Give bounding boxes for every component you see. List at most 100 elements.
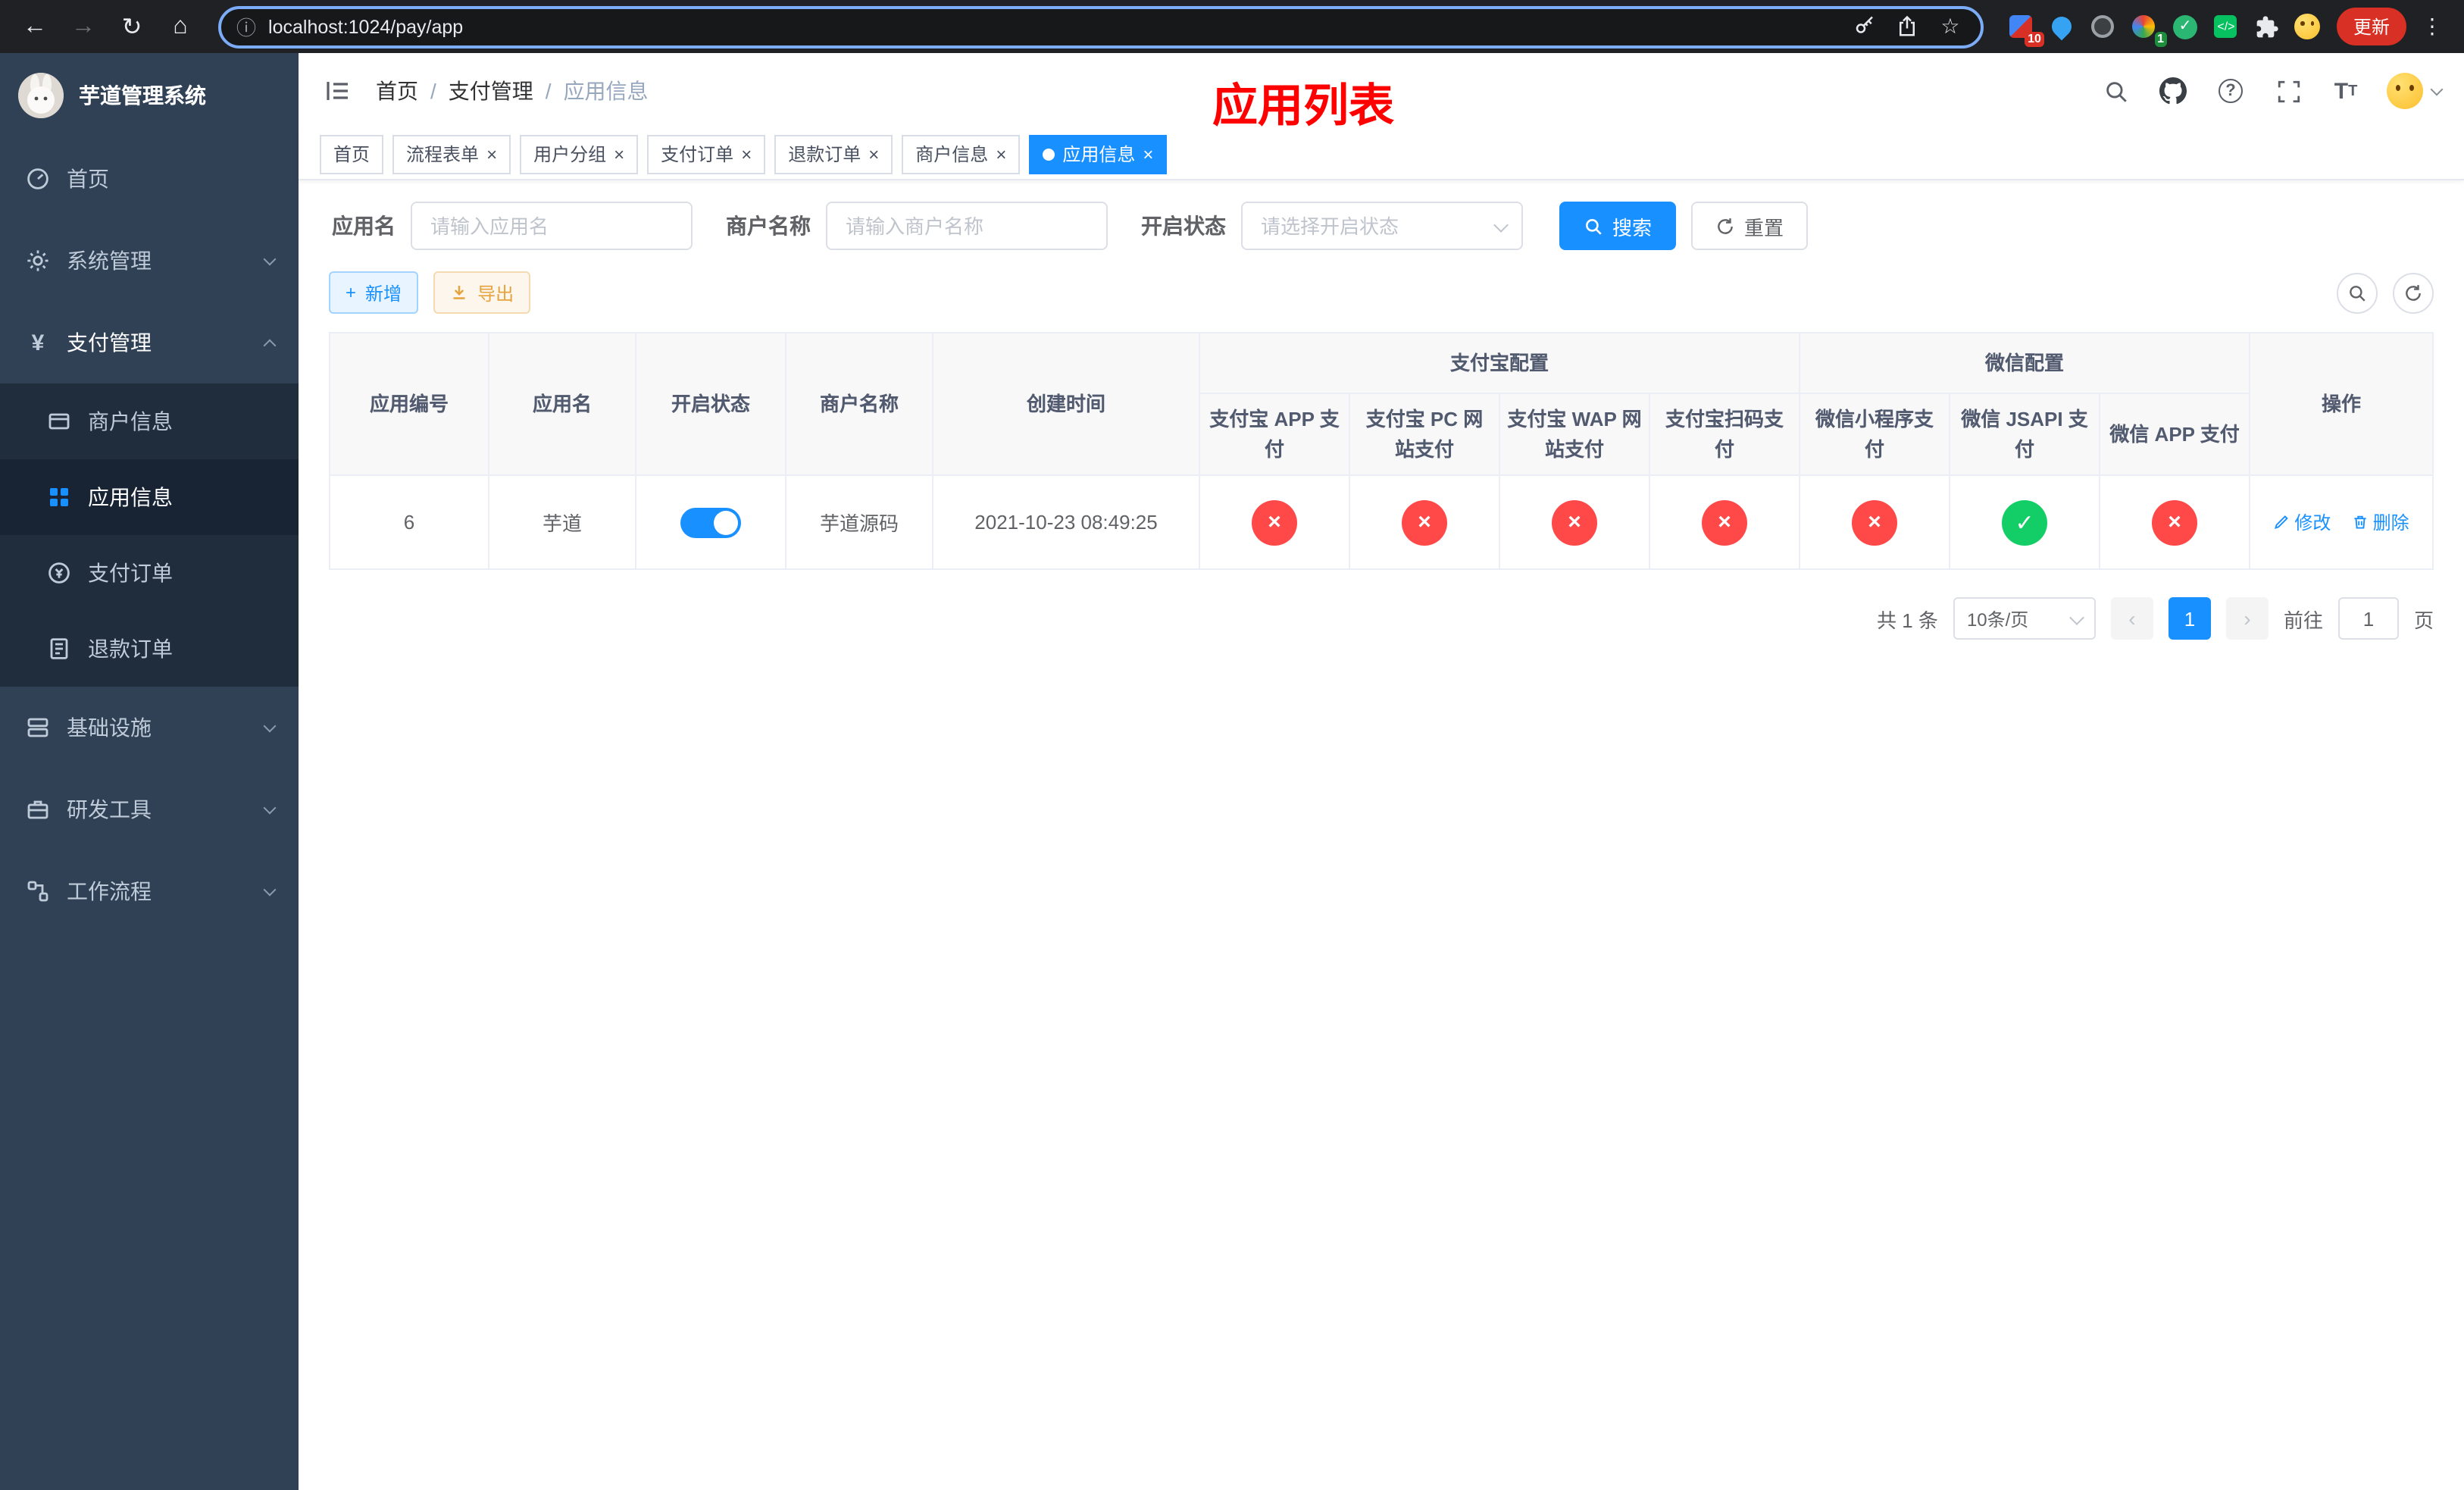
browser-reload-icon[interactable]: ↻: [112, 7, 152, 46]
col-header-alipay-app: 支付宝 APP 支付: [1199, 393, 1350, 476]
close-icon[interactable]: ×: [741, 145, 752, 163]
refresh-button[interactable]: [2393, 272, 2434, 313]
status-select-input[interactable]: [1241, 202, 1523, 250]
sidebar-item-payment-orders[interactable]: 支付订单: [0, 535, 299, 611]
col-header-wx-app: 微信 APP 支付: [2099, 393, 2251, 476]
tab-payment-orders[interactable]: 支付订单 ×: [647, 134, 766, 174]
extension-green-check-icon[interactable]: ✓: [2172, 13, 2199, 40]
close-icon[interactable]: ×: [1143, 145, 1153, 163]
chrome-update-button[interactable]: 更新: [2336, 8, 2406, 45]
extension-grid-icon[interactable]: 10: [2008, 13, 2044, 46]
next-page-button[interactable]: ›: [2225, 597, 2269, 640]
table-toolbar: + 新增 导出: [329, 271, 2434, 314]
github-icon[interactable]: [2156, 74, 2190, 108]
app-name-label: 应用名: [332, 214, 396, 238]
tab-app-info[interactable]: 应用信息 ×: [1029, 134, 1168, 174]
search-button[interactable]: 搜索: [1559, 202, 1677, 250]
extension-wechat-icon[interactable]: </>: [2212, 13, 2240, 40]
share-icon[interactable]: [1893, 11, 1923, 42]
sidebar-item-payment[interactable]: ¥ 支付管理: [0, 302, 299, 383]
page-size-select[interactable]: 10条/页: [1953, 597, 2096, 640]
app-logo[interactable]: 芋道管理系统: [0, 53, 299, 138]
wx-jsapi-status-icon: [2002, 499, 2048, 545]
refund-doc-icon: [45, 637, 73, 661]
pagination: 共 1 条 10条/页 ‹ 1 › 前往 页: [329, 597, 2434, 640]
status-select[interactable]: [1241, 202, 1523, 250]
address-bar[interactable]: ⓘ localhost:1024/pay/app ☆: [218, 5, 1984, 48]
cell-app-name: 芋道: [488, 474, 636, 570]
tab-home[interactable]: 首页: [320, 134, 384, 174]
help-icon[interactable]: ?: [2214, 74, 2247, 108]
breadcrumb-payment[interactable]: 支付管理: [449, 76, 533, 106]
extensions-puzzle-icon[interactable]: [2253, 13, 2281, 40]
browser-back-icon[interactable]: ←: [15, 7, 55, 46]
profile-avatar-icon[interactable]: [2294, 13, 2322, 40]
url-text[interactable]: localhost:1024/pay/app: [268, 16, 1838, 37]
user-avatar[interactable]: [2387, 73, 2444, 109]
delete-button[interactable]: 删除: [2352, 509, 2409, 535]
table-row: 6 芋道 芋道源码 2021-10-23 08:49:25 × × × × × …: [329, 474, 2434, 570]
col-group-alipay: 支付宝配置: [1198, 332, 1801, 394]
close-icon[interactable]: ×: [486, 145, 497, 163]
browser-forward-icon[interactable]: →: [64, 7, 103, 46]
page-content: 应用名 商户名称 开启状态 搜索 重置: [299, 180, 2464, 1490]
sidebar-item-system[interactable]: 系统管理: [0, 220, 299, 302]
page-annotation-title: 应用列表: [1212, 82, 1394, 132]
edit-button[interactable]: 修改: [2273, 509, 2331, 535]
toggle-search-button[interactable]: [2337, 272, 2378, 313]
export-button[interactable]: 导出: [433, 271, 531, 314]
page-number-1[interactable]: 1: [2168, 597, 2211, 640]
close-icon[interactable]: ×: [614, 145, 624, 163]
app-name-input[interactable]: [411, 202, 693, 250]
extension-dark-icon[interactable]: [2090, 13, 2117, 40]
status-toggle[interactable]: [680, 507, 741, 537]
sidebar-item-merchant-info[interactable]: 商户信息: [0, 383, 299, 459]
merchant-name-label: 商户名称: [726, 214, 811, 238]
browser-home-icon[interactable]: ⌂: [161, 7, 200, 46]
wx-mini-status-icon: [1852, 499, 1898, 545]
tab-process-form[interactable]: 流程表单 ×: [392, 134, 511, 174]
search-icon[interactable]: [2099, 74, 2132, 108]
sidebar-item-workflow[interactable]: 工作流程: [0, 850, 299, 932]
tab-merchant-info[interactable]: 商户信息 ×: [902, 134, 1021, 174]
yen-icon: ¥: [31, 330, 45, 355]
sidebar-item-infrastructure[interactable]: 基础设施: [0, 687, 299, 768]
cell-created: 2021-10-23 08:49:25: [932, 474, 1200, 570]
chevron-up-icon: [263, 338, 277, 352]
chevron-down-icon: [263, 718, 277, 732]
sidebar-item-app-info[interactable]: 应用信息: [0, 459, 299, 535]
site-info-icon[interactable]: ⓘ: [236, 12, 256, 41]
sidebar-item-refund-orders[interactable]: 退款订单: [0, 611, 299, 687]
goto-page-input[interactable]: [2337, 597, 2399, 640]
browser-menu-icon[interactable]: ⋮: [2416, 14, 2449, 39]
add-button[interactable]: + 新增: [329, 271, 419, 314]
tab-user-group[interactable]: 用户分组 ×: [520, 134, 639, 174]
breadcrumb-home[interactable]: 首页: [376, 76, 418, 106]
workflow-icon: [24, 879, 52, 903]
bookmark-star-icon[interactable]: ☆: [1935, 11, 1965, 42]
breadcrumb-current: 应用信息: [563, 79, 649, 103]
collapse-sidebar-icon[interactable]: [321, 74, 355, 108]
col-header-merchant: 商户名称: [785, 332, 933, 476]
font-size-icon[interactable]: TT: [2329, 74, 2362, 108]
password-key-icon[interactable]: [1850, 11, 1881, 42]
sidebar-item-home[interactable]: 首页: [0, 138, 299, 220]
tab-refund-orders[interactable]: 退款订单 ×: [774, 134, 893, 174]
sidebar-item-dev-tools[interactable]: 研发工具: [0, 768, 299, 850]
close-icon[interactable]: ×: [868, 145, 879, 163]
extension-color-icon[interactable]: 1: [2131, 13, 2167, 46]
payment-submenu: 商户信息 应用信息 支付订单 退款订单: [0, 383, 299, 687]
merchant-name-input[interactable]: [826, 202, 1108, 250]
prev-page-button[interactable]: ‹: [2110, 597, 2153, 640]
chevron-down-icon: [2430, 82, 2444, 95]
extension-drop-icon[interactable]: [2048, 12, 2077, 41]
app-title: 芋道管理系统: [79, 83, 206, 108]
col-header-status: 开启状态: [635, 332, 786, 476]
col-header-actions: 操作: [2249, 332, 2434, 476]
close-icon[interactable]: ×: [996, 145, 1006, 163]
server-icon: [24, 715, 52, 740]
col-header-wx-jsapi: 微信 JSAPI 支付: [1949, 393, 2101, 476]
reset-button[interactable]: 重置: [1691, 202, 1809, 250]
alipay-app-status-icon: [1252, 499, 1297, 545]
fullscreen-icon[interactable]: [2272, 74, 2305, 108]
